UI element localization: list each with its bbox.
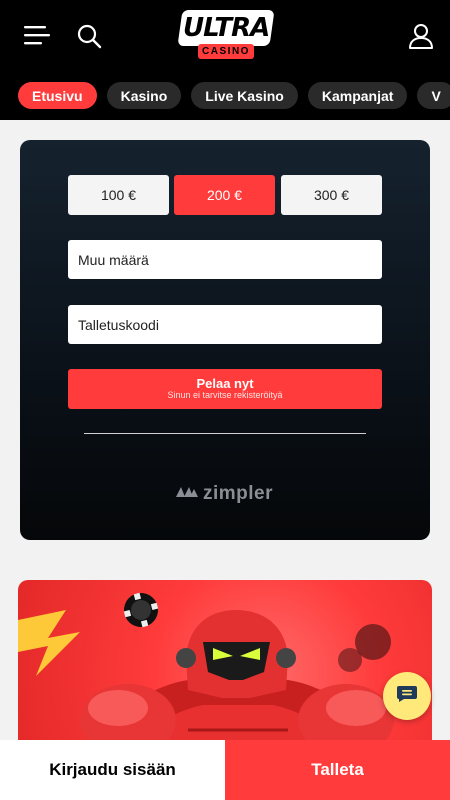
tab-etusivu[interactable]: Etusivu	[18, 82, 97, 109]
search-icon[interactable]	[76, 23, 102, 49]
tab-live-kasino[interactable]: Live Kasino	[191, 82, 298, 109]
site-header: ULTRA CASINO Etusivu Kasino Live Kasino …	[0, 0, 450, 120]
logo-main-text: ULTRA	[182, 13, 270, 43]
deposit-button[interactable]: Talleta	[225, 740, 450, 800]
play-now-button[interactable]: Pelaa nyt Sinun ei tarvitse rekisteröity…	[68, 369, 382, 409]
amount-option-200[interactable]: 200 €	[174, 175, 275, 215]
top-bar: ULTRA CASINO	[0, 0, 450, 72]
amount-option-300[interactable]: 300 €	[281, 175, 382, 215]
play-now-label: Pelaa nyt	[196, 376, 254, 391]
hamburger-menu-icon[interactable]	[24, 24, 50, 46]
chat-button[interactable]	[383, 672, 431, 720]
chat-icon	[396, 685, 418, 708]
play-now-sublabel: Sinun ei tarvitse rekisteröityä	[167, 390, 283, 400]
logo-sub-text: CASINO	[202, 46, 250, 57]
amount-option-100[interactable]: 100 €	[68, 175, 169, 215]
quick-deposit-card: 100 € 200 € 300 € Pelaa nyt Sinun ei tar…	[20, 140, 430, 540]
zimpler-logo-text: zimpler	[203, 483, 274, 504]
deposit-code-input[interactable]	[68, 305, 382, 344]
zimpler-logo-icon	[175, 485, 199, 504]
bottom-action-bar: Kirjaudu sisään Talleta	[0, 740, 450, 800]
login-button[interactable]: Kirjaudu sisään	[0, 740, 225, 800]
divider	[84, 433, 366, 434]
ultra-casino-logo[interactable]: ULTRA CASINO	[177, 10, 275, 60]
zimpler-logo: zimpler	[175, 483, 273, 505]
tab-kampanjat[interactable]: Kampanjat	[307, 82, 408, 109]
tab-kasino[interactable]: Kasino	[106, 82, 182, 109]
other-amount-input[interactable]	[68, 240, 382, 279]
category-tabs: Etusivu Kasino Live Kasino Kampanjat V	[18, 82, 450, 109]
tab-more[interactable]: V	[417, 82, 450, 109]
user-icon[interactable]	[407, 22, 435, 50]
